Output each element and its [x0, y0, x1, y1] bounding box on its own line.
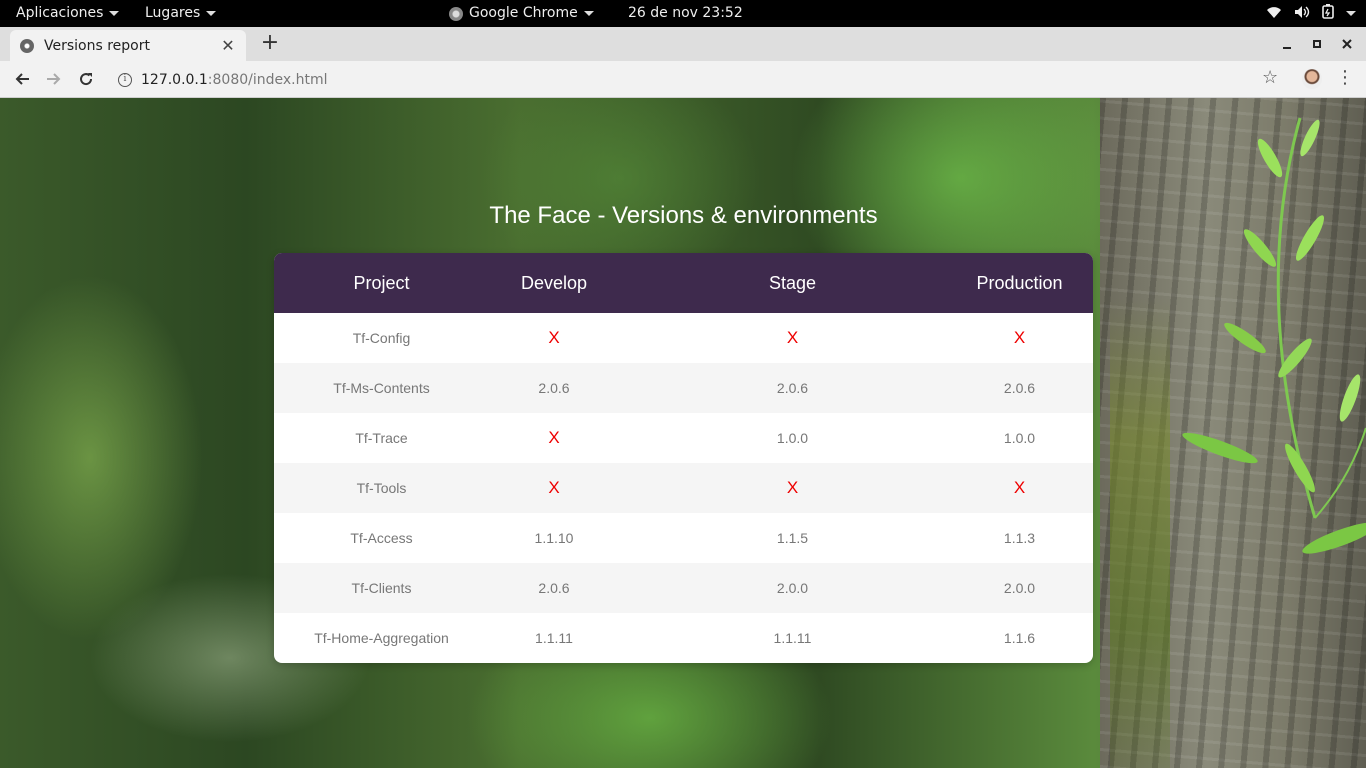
- cell-production: X: [1013, 478, 1026, 497]
- cell-develop: 2.0.6: [538, 380, 570, 396]
- cell-stage: 2.0.6: [776, 380, 809, 396]
- table-row: Tf-Ms-Contents 2.0.6 2.0.6 2.0.6: [274, 363, 1093, 413]
- volume-icon: [1294, 5, 1310, 23]
- cell-production: 1.1.6: [1003, 630, 1036, 646]
- close-tab-icon[interactable]: ✕: [220, 36, 236, 55]
- chevron-down-icon: [583, 11, 594, 16]
- tab-strip: Versions report ✕: [0, 27, 1366, 61]
- cell-project: Tf-Tools: [356, 480, 407, 496]
- cell-production: 1.0.0: [1003, 430, 1036, 446]
- maximize-window-button[interactable]: [1302, 27, 1332, 61]
- more-menu-icon[interactable]: ⋮: [1336, 67, 1354, 88]
- places-menu-label: Lugares: [145, 5, 201, 21]
- table-row: Tf-Trace X 1.0.0 1.0.0: [274, 413, 1093, 463]
- battery-icon: [1322, 4, 1334, 23]
- page-background: The Face - Versions & environments Proje…: [0, 98, 1366, 768]
- cell-project: Tf-Access: [350, 530, 413, 546]
- url-host: 127.0.0.1: [141, 71, 208, 88]
- header-project: Project: [353, 273, 410, 293]
- cell-project: Tf-Ms-Contents: [333, 380, 430, 396]
- applications-menu-label: Aplicaciones: [16, 5, 104, 21]
- cell-develop: X: [548, 478, 560, 497]
- cell-project: Tf-Home-Aggregation: [314, 630, 449, 646]
- cell-stage: 1.0.0: [776, 430, 809, 446]
- cell-stage: 1.1.5: [776, 530, 809, 546]
- bookmark-star-icon[interactable]: ☆: [1262, 67, 1278, 88]
- cell-develop: X: [548, 328, 560, 347]
- globe-icon: [20, 38, 34, 53]
- tab-versions-report[interactable]: Versions report ✕: [10, 30, 246, 61]
- table-row: Tf-Access 1.1.10 1.1.5 1.1.3: [274, 513, 1093, 563]
- cell-stage: 2.0.0: [776, 580, 809, 596]
- minimize-window-button[interactable]: [1272, 27, 1302, 61]
- cell-production: 2.0.6: [1003, 380, 1036, 396]
- chevron-down-icon: [109, 11, 120, 16]
- chrome-icon: [449, 6, 463, 21]
- forward-button[interactable]: [42, 67, 66, 91]
- clock[interactable]: 26 de nov 23:52: [628, 0, 743, 27]
- address-bar[interactable]: i 127.0.0.1:8080/index.html: [110, 65, 1290, 94]
- active-app-menu[interactable]: Google Chrome: [449, 0, 594, 27]
- cell-project: Tf-Clients: [351, 580, 412, 596]
- header-stage: Stage: [768, 272, 817, 293]
- back-button[interactable]: [10, 67, 34, 91]
- places-menu[interactable]: Lugares: [145, 0, 217, 27]
- cell-develop: X: [548, 428, 560, 447]
- cell-production: 1.1.3: [1003, 530, 1036, 546]
- tab-title: Versions report: [44, 37, 150, 54]
- table-row: Tf-Config X X X: [274, 313, 1093, 363]
- clock-label: 26 de nov 23:52: [628, 5, 743, 21]
- table-row: Tf-Home-Aggregation 1.1.11 1.1.11 1.1.6: [274, 613, 1093, 663]
- toolbar: i 127.0.0.1:8080/index.html ☆ ⋮: [0, 61, 1366, 98]
- active-app-label: Google Chrome: [469, 5, 578, 21]
- chevron-down-icon: [206, 11, 217, 16]
- cell-stage: 1.1.11: [773, 630, 812, 646]
- cell-develop: 2.0.6: [538, 580, 570, 596]
- cell-develop: 1.1.11: [535, 630, 573, 646]
- url-path: :8080/index.html: [207, 71, 328, 88]
- versions-table: Project Develop Stage Production Tf-Conf…: [274, 253, 1093, 663]
- page-title: The Face - Versions & environments: [489, 202, 878, 229]
- system-status-menu[interactable]: [1266, 0, 1356, 27]
- cell-stage: X: [786, 328, 799, 347]
- table-row: Tf-Tools X X X: [274, 463, 1093, 513]
- chevron-down-icon: [1346, 11, 1356, 16]
- applications-menu[interactable]: Aplicaciones: [16, 0, 120, 27]
- cell-project: Tf-Config: [352, 330, 411, 346]
- profile-avatar[interactable]: [1302, 69, 1322, 89]
- close-window-button[interactable]: [1332, 27, 1362, 61]
- table-header: Project Develop Stage Production: [274, 253, 1093, 313]
- new-tab-button[interactable]: +: [258, 31, 282, 55]
- cell-develop: 1.1.10: [534, 530, 574, 546]
- header-develop: Develop: [520, 272, 588, 293]
- header-production: Production: [976, 272, 1063, 293]
- leaves-image: [1182, 117, 1366, 554]
- cell-stage: X: [786, 478, 799, 497]
- table-row: Tf-Clients 2.0.6 2.0.0 2.0.0: [274, 563, 1093, 613]
- reload-button[interactable]: [74, 67, 98, 91]
- cell-production: 2.0.0: [1003, 580, 1036, 596]
- cell-production: X: [1013, 328, 1026, 347]
- cell-project: Tf-Trace: [355, 430, 408, 446]
- wifi-icon: [1266, 5, 1282, 23]
- info-icon[interactable]: i: [118, 72, 132, 87]
- system-top-bar: Aplicaciones Lugares Google Chrome 26 de…: [0, 0, 1366, 27]
